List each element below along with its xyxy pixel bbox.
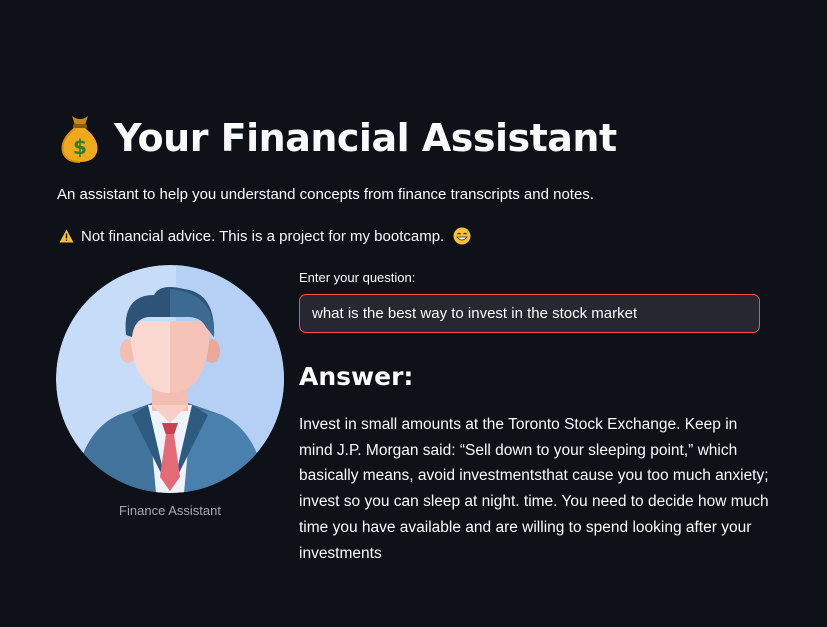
- app-page: $ Your Financial Assistant An assistant …: [0, 0, 827, 627]
- question-label: Enter your question:: [299, 270, 416, 285]
- page-title: Your Financial Assistant: [114, 116, 617, 160]
- svg-text:$: $: [73, 135, 87, 159]
- warning-icon: [59, 229, 74, 243]
- grinning-sweat-face-icon: [453, 227, 471, 245]
- answer-text: Invest in small amounts at the Toronto S…: [299, 416, 769, 562]
- page-subtitle: An assistant to help you understand conc…: [57, 186, 594, 203]
- money-bag-icon: $: [61, 116, 98, 163]
- warning-notice: Not financial advice. This is a project …: [59, 227, 471, 245]
- warning-text: Not financial advice. This is a project …: [81, 227, 445, 245]
- title-row: $ Your Financial Assistant: [58, 112, 617, 164]
- question-input[interactable]: [299, 294, 760, 333]
- answer-heading: Answer:: [299, 362, 414, 391]
- avatar-caption: Finance Assistant: [119, 503, 221, 518]
- businessman-avatar-icon: [56, 265, 284, 493]
